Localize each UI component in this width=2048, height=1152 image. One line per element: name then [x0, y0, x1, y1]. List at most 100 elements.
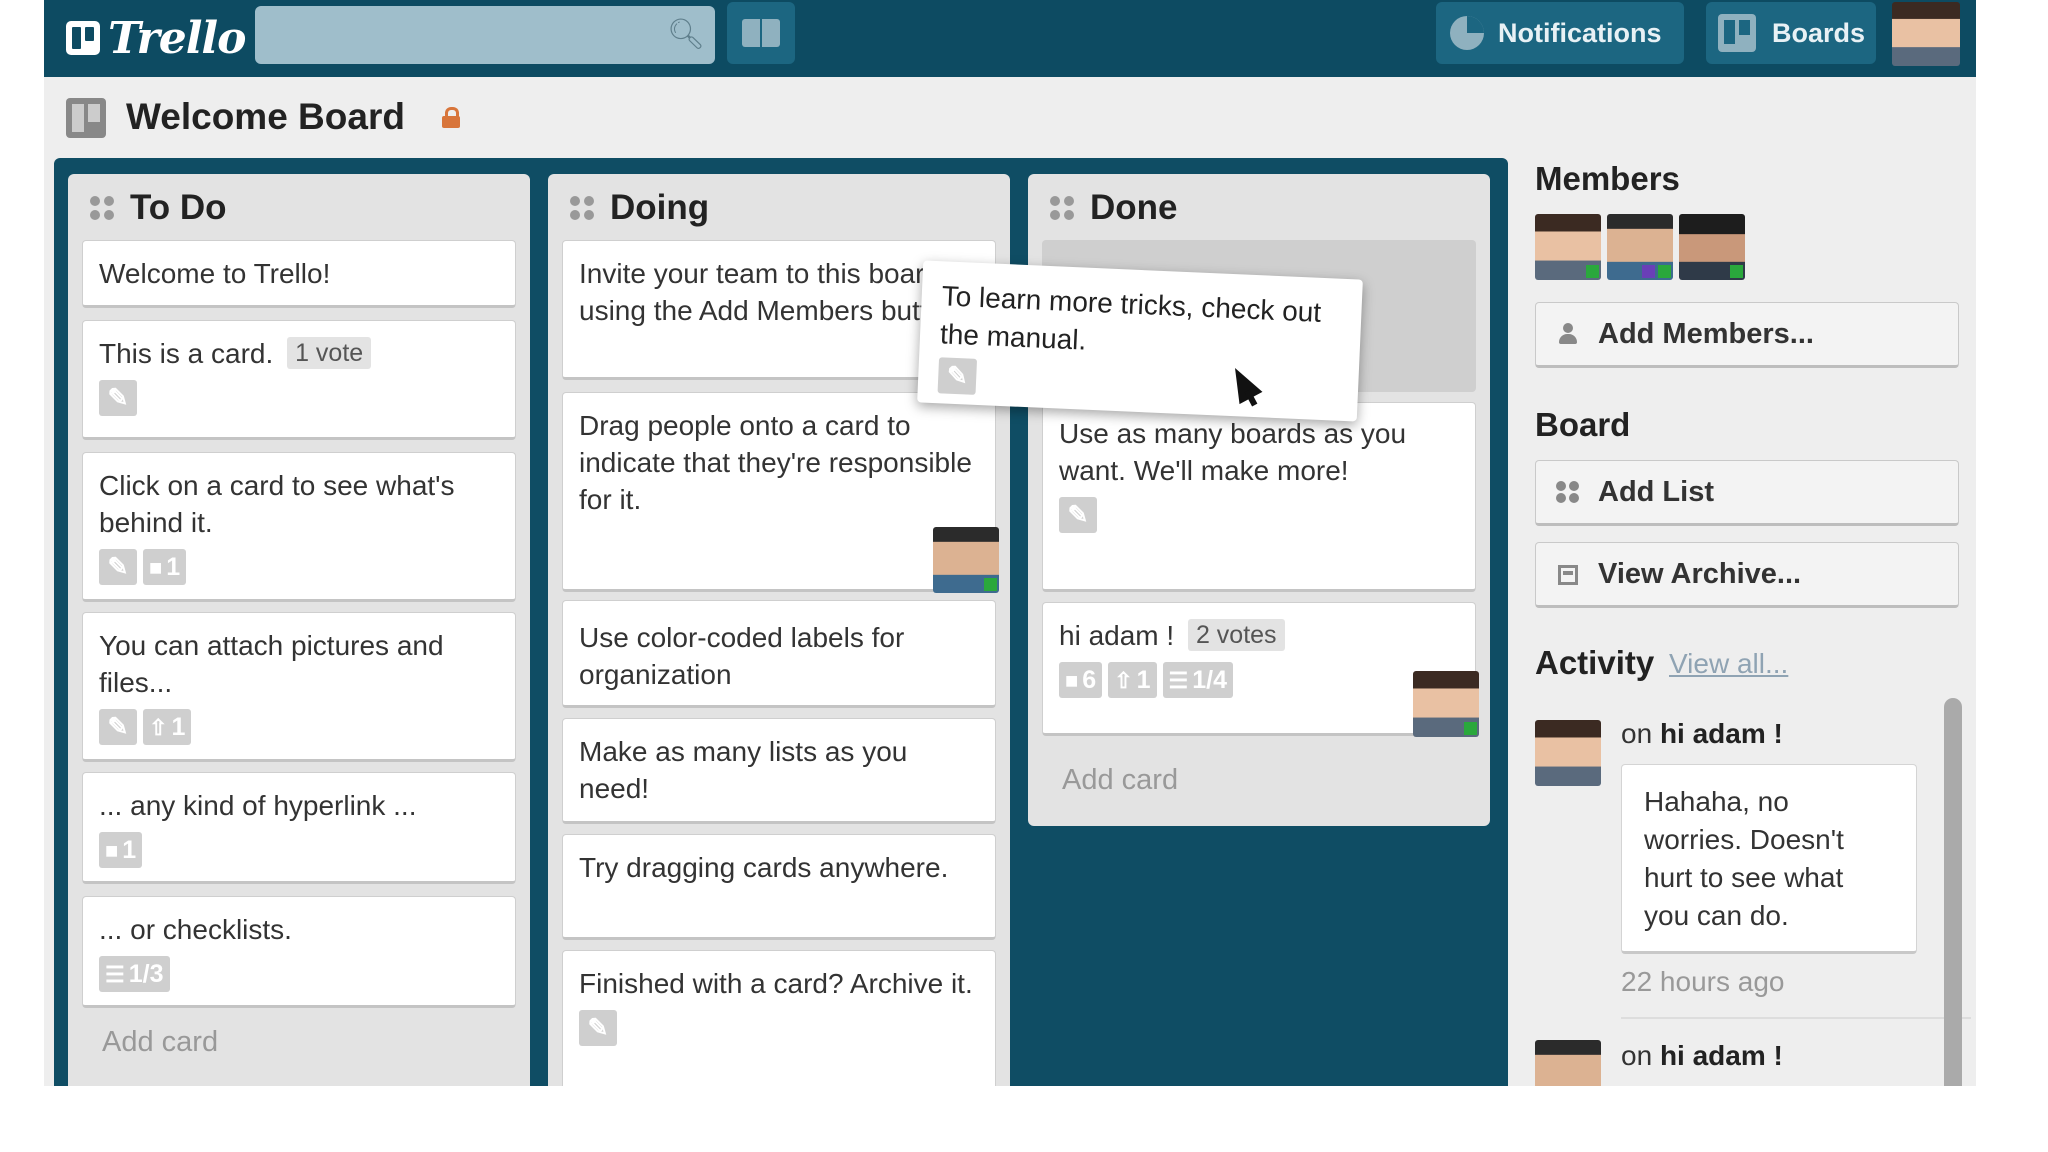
checklist-icon: ☰ [1168, 667, 1189, 693]
card[interactable]: ... or checklists. ☰ 1/3 [82, 896, 516, 1008]
dragging-card[interactable]: To learn more tricks, check out the manu… [917, 260, 1363, 422]
activity-card-link[interactable]: hi adam ! [1660, 1040, 1783, 1071]
add-members-button[interactable]: Add Members... [1535, 302, 1959, 368]
search-icon[interactable]: 🔍︎ [667, 18, 705, 52]
attachment-badge: ⇧ 1 [1108, 662, 1157, 698]
activity-prefix: on [1621, 1040, 1653, 1071]
activity-item: on hi adam ! [1621, 718, 1783, 750]
member-avatar[interactable] [933, 527, 999, 593]
comment-icon: ■ [105, 837, 119, 863]
pencil-icon: ✎ [99, 380, 137, 416]
card[interactable]: You can attach pictures and files... ✎ ⇧… [82, 612, 516, 762]
notifications-button[interactable]: Notifications [1436, 2, 1684, 64]
card-title: ... any kind of hyperlink ... [99, 790, 417, 821]
card-title: Try dragging cards anywhere. [579, 852, 949, 883]
comment-badge: ■ 1 [143, 549, 187, 585]
pencil-icon: ✎ [1059, 497, 1097, 533]
board-heading: Board [1535, 406, 1631, 443]
vote-badge: 1 vote [287, 337, 372, 369]
board-icon [66, 98, 106, 138]
pencil-icon: ✎ [99, 549, 137, 585]
activity-heading: Activity [1535, 644, 1655, 681]
drag-handle-icon[interactable] [90, 196, 116, 222]
list-todo: To Do Welcome to Trello! This is a card.… [68, 174, 530, 1086]
person-icon [1556, 322, 1580, 346]
card[interactable]: Welcome to Trello! [82, 240, 516, 308]
logo-text: Trello [108, 12, 246, 64]
add-card-link[interactable]: Add card [1062, 764, 1178, 797]
card[interactable]: hi adam ! 2 votes ■ 6 ⇧ 1 ☰ 1/4 [1042, 602, 1479, 737]
activity-card-link[interactable]: hi adam ! [1660, 718, 1783, 749]
members-heading: Members [1535, 160, 1680, 197]
member-avatar[interactable] [1607, 214, 1673, 280]
view-all-link[interactable]: View all... [1669, 648, 1788, 680]
activity-prefix: on [1621, 718, 1653, 749]
add-card-link[interactable]: Add card [102, 1026, 218, 1059]
view-archive-label: View Archive... [1598, 557, 1802, 590]
boards-button[interactable]: Boards [1706, 2, 1876, 64]
sidebar-scrollbar[interactable] [1944, 698, 1962, 1086]
add-list-button[interactable]: Add List [1535, 460, 1959, 526]
card-title: hi adam ! [1059, 620, 1175, 651]
top-header: Trello 🔍︎ Notifications Boards [44, 0, 1976, 77]
card-title: This is a card. [99, 338, 274, 369]
card-title: Use as many boards as you want. We'll ma… [1059, 418, 1407, 486]
card[interactable]: Try dragging cards anywhere. [562, 834, 996, 940]
activity-avatar[interactable] [1535, 720, 1601, 786]
comment-badge: ■ 6 [1059, 662, 1103, 698]
card[interactable]: Make as many lists as you need! [562, 718, 996, 824]
activity-comment: Hahaha, no worries. Doesn't hurt to see … [1621, 764, 1917, 954]
boards-drawer-button[interactable] [727, 2, 795, 64]
add-members-label: Add Members... [1598, 317, 1814, 350]
list-title[interactable]: To Do [130, 188, 227, 228]
attachment-icon: ⇧ [1114, 667, 1133, 693]
notifications-label: Notifications [1498, 17, 1662, 48]
card[interactable]: ... any kind of hyperlink ... ■ 1 [82, 772, 516, 884]
attachment-badge: ⇧ 1 [143, 709, 192, 745]
list-title[interactable]: Doing [610, 188, 709, 228]
card[interactable]: Finished with a card? Archive it. ✎ [562, 950, 996, 1086]
pencil-icon: ✎ [937, 357, 978, 395]
lock-icon[interactable] [440, 106, 462, 128]
comment-icon: ■ [1065, 667, 1079, 693]
add-list-icon [1556, 480, 1580, 504]
comment-icon: ■ [149, 554, 163, 580]
card-title: Welcome to Trello! [99, 258, 331, 289]
member-avatar[interactable] [1413, 671, 1479, 737]
notifications-icon [1450, 16, 1484, 50]
pencil-icon: ✎ [579, 1010, 617, 1046]
list-title[interactable]: Done [1090, 188, 1178, 228]
trello-logo[interactable]: Trello [66, 10, 246, 66]
activity-divider [1621, 1017, 1971, 1019]
drag-handle-icon[interactable] [1050, 196, 1076, 222]
trello-app: Trello 🔍︎ Notifications Boards Welcome B… [44, 0, 1976, 1086]
vote-badge: 2 votes [1187, 619, 1285, 651]
card-title: Click on a card to see what's behind it. [99, 470, 455, 538]
member-avatar[interactable] [1535, 214, 1601, 280]
card-title: To learn more tricks, check out the manu… [939, 280, 1322, 356]
card[interactable]: Drag people onto a card to indicate that… [562, 392, 999, 593]
card-title: You can attach pictures and files... [99, 630, 444, 698]
archive-icon [1556, 562, 1580, 586]
card-title: Finished with a card? Archive it. [579, 968, 973, 999]
activity-avatar[interactable] [1535, 1040, 1601, 1086]
view-archive-button[interactable]: View Archive... [1535, 542, 1959, 608]
board-title[interactable]: Welcome Board [126, 96, 405, 138]
attachment-icon: ⇧ [149, 714, 168, 740]
card[interactable]: Click on a card to see what's behind it.… [82, 452, 516, 602]
card[interactable]: This is a card. 1 vote ✎ [82, 320, 516, 440]
user-avatar[interactable] [1892, 2, 1960, 66]
boards-label: Boards [1772, 17, 1866, 48]
drag-handle-icon[interactable] [570, 196, 596, 222]
member-avatar[interactable] [1679, 214, 1745, 280]
activity-item: on hi adam ! [1621, 1040, 1783, 1072]
card[interactable]: Use color-coded labels for organization [562, 600, 996, 708]
card[interactable]: Use as many boards as you want. We'll ma… [1042, 402, 1476, 592]
search-input[interactable]: 🔍︎ [255, 6, 715, 64]
card-title: Make as many lists as you need! [579, 736, 908, 804]
card-title: Invite your team to this board using the… [579, 258, 959, 326]
comment-badge: ■ 1 [99, 832, 143, 868]
activity-timestamp: 22 hours ago [1621, 966, 1785, 997]
book-icon [742, 19, 780, 47]
checklist-badge: ☰ 1/3 [99, 956, 170, 992]
